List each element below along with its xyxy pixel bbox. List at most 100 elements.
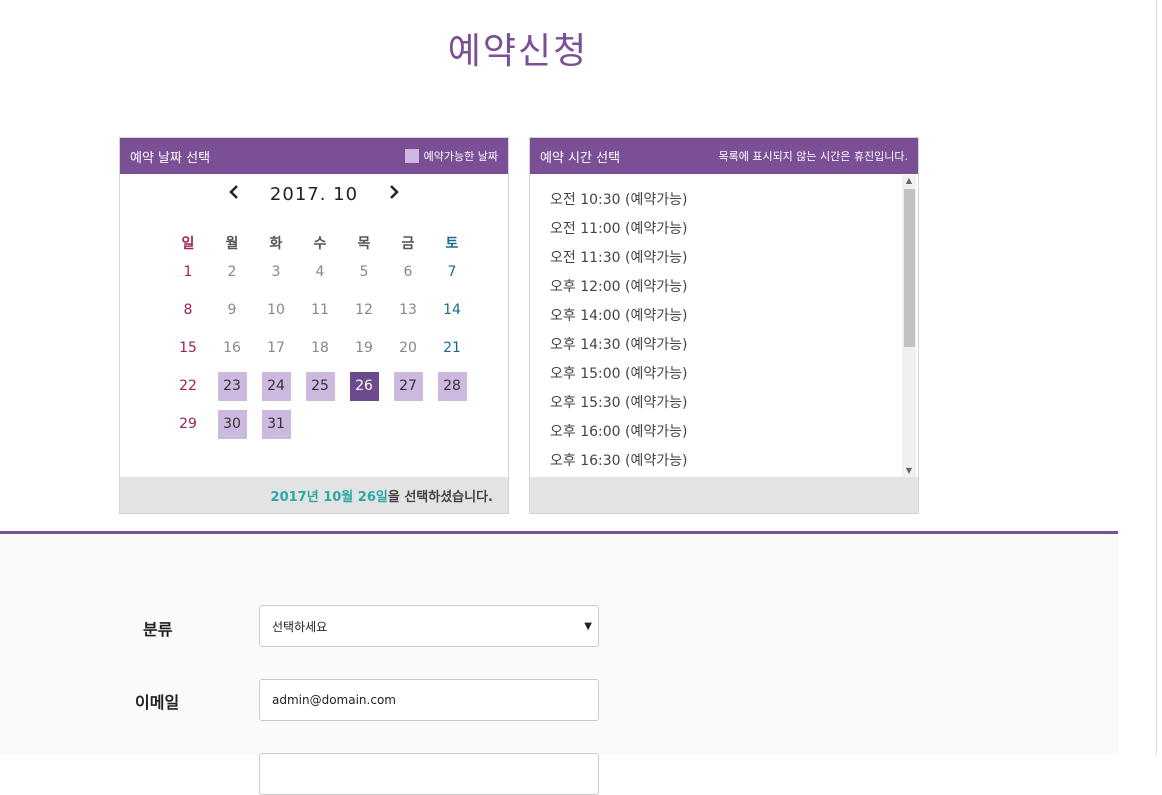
page-edge — [1156, 0, 1157, 755]
time-slot-item[interactable]: 오후 15:00 (예약가능) — [530, 360, 918, 389]
calendar-day[interactable]: 24 — [254, 372, 298, 410]
weekday-label: 금 — [401, 236, 415, 252]
chevron-right-icon[interactable] — [379, 184, 409, 205]
date-picker-panel: 예약 날짜 선택 예약가능한 날짜 2017. 10 일월화수목금토123456… — [119, 137, 509, 514]
weekday-label: 수 — [313, 236, 327, 252]
weekday-label: 일 — [181, 236, 195, 252]
calendar-day: 7 — [430, 258, 474, 296]
calendar-week-row: 29 30 31 — [166, 410, 474, 448]
time-slot-item[interactable]: 오후 14:30 (예약가능) — [530, 331, 918, 360]
scroll-thumb[interactable] — [904, 189, 915, 347]
scroll-up-icon[interactable]: ▲ — [902, 175, 916, 187]
calendar-day-number: 3 — [271, 264, 281, 280]
scroll-down-icon[interactable]: ▼ — [902, 465, 916, 477]
calendar-day-number: 9 — [227, 302, 237, 318]
time-panel-title: 예약 시간 선택 — [540, 150, 621, 166]
calendar-day: 10 — [254, 296, 298, 334]
calendar-day: 9 — [210, 296, 254, 334]
chevron-left-icon[interactable] — [219, 184, 249, 205]
calendar-week-row: 22 23 24 25 26 27 28 — [166, 372, 474, 410]
calendar-day-number: 2 — [227, 264, 237, 280]
calendar-day: 2 — [210, 258, 254, 296]
calendar-day-number: 27 — [393, 372, 423, 401]
time-panel-header: 예약 시간 선택 목록에 표시되지 않는 시간은 휴진입니다. — [530, 138, 918, 174]
next-field[interactable] — [259, 753, 599, 795]
calendar-day-number: 14 — [443, 302, 461, 318]
calendar-day: 16 — [210, 334, 254, 372]
time-slot-item[interactable]: 오전 11:30 (예약가능) — [530, 244, 918, 273]
calendar-day-number: 25 — [305, 372, 335, 401]
calendar-day-number: 31 — [261, 410, 291, 439]
calendar-day[interactable]: 27 — [386, 372, 430, 410]
calendar-day-number: 21 — [443, 340, 461, 356]
calendar-day-number: 4 — [315, 264, 325, 280]
time-list-scrollbar[interactable]: ▲ ▼ — [902, 175, 916, 477]
time-slot-item[interactable]: 오후 16:00 (예약가능) — [530, 418, 918, 447]
calendar-day[interactable]: 30 — [210, 410, 254, 448]
calendar-day-number: 12 — [355, 302, 373, 318]
calendar-day[interactable]: 23 — [210, 372, 254, 410]
calendar-day: 3 — [254, 258, 298, 296]
calendar-day-number: 8 — [183, 302, 193, 318]
calendar-day: 12 — [342, 296, 386, 334]
calendar-day: 11 — [298, 296, 342, 334]
email-field[interactable]: admin@domain.com — [259, 679, 599, 721]
calendar-day-number: 7 — [447, 264, 457, 280]
calendar-day-number: 30 — [217, 410, 247, 439]
time-slot-item[interactable]: 오전 11:00 (예약가능) — [530, 215, 918, 244]
weekday-label: 목 — [357, 236, 371, 252]
calendar-day: 4 — [298, 258, 342, 296]
calendar-day-number: 18 — [311, 340, 329, 356]
calendar-day: 5 — [342, 258, 386, 296]
category-label: 분류 — [143, 620, 173, 639]
time-slot-item[interactable]: 오후 12:00 (예약가능) — [530, 273, 918, 302]
weekday-label: 화 — [269, 236, 283, 252]
calendar-day: 29 — [166, 410, 210, 448]
calendar-day[interactable]: 25 — [298, 372, 342, 410]
calendar-day-selected[interactable]: 26 — [342, 372, 386, 410]
time-slot-item[interactable]: 오후 15:30 (예약가능) — [530, 389, 918, 418]
time-slot-item[interactable]: 오후 14:00 (예약가능) — [530, 302, 918, 331]
calendar-day-number: 16 — [223, 340, 241, 356]
date-panel-header: 예약 날짜 선택 예약가능한 날짜 — [120, 138, 508, 174]
reservation-form: 분류 선택하세요 ▼ 이메일 admin@domain.com — [0, 534, 1118, 795]
category-select-value: 선택하세요 — [272, 619, 328, 634]
calendar-day-number: 1 — [183, 264, 193, 280]
time-picker-panel: 예약 시간 선택 목록에 표시되지 않는 시간은 휴진입니다. 오전 10:30… — [529, 137, 919, 514]
calendar-day-number: 11 — [311, 302, 329, 318]
date-panel-title: 예약 날짜 선택 — [130, 150, 211, 166]
calendar-day: 13 — [386, 296, 430, 334]
calendar-day-number: 22 — [179, 378, 197, 394]
calendar-day[interactable]: 28 — [430, 372, 474, 410]
selected-date-summary: 2017년 10월 26일 을 선택하셨습니다. — [120, 477, 508, 513]
selected-date-suffix: 을 선택하셨습니다. — [387, 489, 493, 505]
calendar-day: 15 — [166, 334, 210, 372]
calendar-day: 19 — [342, 334, 386, 372]
legend: 예약가능한 날짜 — [404, 148, 498, 164]
calendar-day-number: 6 — [403, 264, 413, 280]
calendar-day-number: 17 — [267, 340, 285, 356]
calendar-day: 22 — [166, 372, 210, 410]
time-panel-footer — [530, 477, 918, 513]
calendar-week-row: 8 9 10 11 12 13 14 — [166, 296, 474, 334]
calendar-day-number: 19 — [355, 340, 373, 356]
weekday-header: 일월화수목금토 — [166, 228, 474, 258]
calendar-day: 1 — [166, 258, 210, 296]
calendar-day-number: 26 — [349, 372, 379, 401]
calendar-day-number: 15 — [179, 340, 197, 356]
calendar-day: 17 — [254, 334, 298, 372]
month-label: 2017. 10 — [269, 184, 359, 205]
calendar-day: 21 — [430, 334, 474, 372]
calendar-day-number: 10 — [267, 302, 285, 318]
category-select[interactable]: 선택하세요 ▼ — [259, 605, 599, 647]
calendar-day[interactable]: 31 — [254, 410, 298, 448]
calendar-week-row: 1 2 3 4 5 6 7 — [166, 258, 474, 296]
calendar-day-number: 24 — [261, 372, 291, 401]
time-slot-item[interactable]: 오전 10:30 (예약가능) — [530, 186, 918, 215]
email-field-value: admin@domain.com — [272, 693, 396, 707]
calendar-day-number: 28 — [437, 372, 467, 401]
weekday-label: 토 — [445, 236, 459, 252]
page-title: 예약신청 — [447, 31, 589, 72]
time-slot-item[interactable]: 오후 16:30 (예약가능) — [530, 447, 918, 476]
email-label: 이메일 — [135, 693, 180, 712]
